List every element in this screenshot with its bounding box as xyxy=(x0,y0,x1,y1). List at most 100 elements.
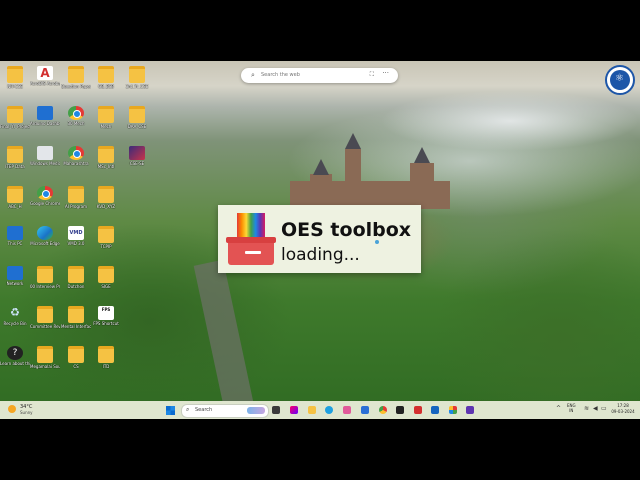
app-purple-icon[interactable] xyxy=(466,406,474,414)
desktop-icon[interactable]: Committee Review xyxy=(30,306,60,329)
folder-icon xyxy=(68,186,84,203)
desktop-icon-label: VMD 3.0 xyxy=(67,241,85,246)
folder-icon xyxy=(37,266,53,283)
folder-icon xyxy=(68,306,84,323)
weather-desc: Sunny xyxy=(20,410,33,415)
clock-date: 09-03-2024 xyxy=(611,409,635,414)
desktop-icon[interactable]: 30 Mech xyxy=(61,106,91,126)
vmd-icon: VMD xyxy=(68,226,84,240)
fps-icon: FPS xyxy=(98,306,114,320)
desktop-icon[interactable]: ?Learn about this picture xyxy=(0,346,30,366)
speaker-icon[interactable]: ◀ xyxy=(593,405,598,412)
acrobat-taskbar-icon[interactable] xyxy=(414,406,422,414)
copilot-icon[interactable] xyxy=(290,406,298,414)
chrome-taskbar-icon[interactable] xyxy=(379,406,387,414)
desktop-icon[interactable]: MSc_Intl xyxy=(91,146,121,169)
desktop-icon[interactable]: Mech xyxy=(91,106,121,129)
desktop-icon-label: 3rd_Yr_CSE xyxy=(125,84,149,89)
desktop-icon[interactable]: TCPIP xyxy=(91,226,121,249)
wifi-icon[interactable]: ≋ xyxy=(584,405,589,412)
task-view-icon[interactable] xyxy=(272,406,280,414)
desktop-icon[interactable]: ITEP Data xyxy=(0,146,30,169)
search-icon: ⌕ xyxy=(251,71,255,79)
folder-icon xyxy=(98,346,114,363)
more-options-icon[interactable]: ··· xyxy=(382,69,389,77)
chrome-icon xyxy=(37,186,53,200)
outlook-icon[interactable] xyxy=(431,406,439,414)
file-explorer-icon[interactable] xyxy=(308,406,316,414)
desktop-icon[interactable]: AAcroDIS Acrobat Reader xyxy=(30,66,60,86)
desktop-icon[interactable]: Final_Yr_Project xyxy=(0,106,30,129)
desktop-icon[interactable]: CSE-SE xyxy=(122,146,152,166)
desktop-icon[interactable]: VMD VMD 3.0 xyxy=(61,226,91,246)
splash-title: OES toolbox xyxy=(281,219,412,241)
folder-icon xyxy=(129,106,145,123)
recycle-icon: ♻ xyxy=(10,306,20,319)
desktop-icon[interactable]: 00 Interview Project xyxy=(30,266,60,289)
chevron-up-icon[interactable]: ^ xyxy=(556,405,561,412)
web-search-widget[interactable]: ⌕ ⛶ ··· xyxy=(241,68,398,83)
desktop-icon-label: SIGE xyxy=(101,284,111,289)
app-multicolor-icon[interactable] xyxy=(449,406,457,414)
app-pink-icon[interactable] xyxy=(343,406,351,414)
desktop-icon-label: Learn about this picture xyxy=(0,361,30,366)
desktop-icon[interactable]: Maharashtra xyxy=(61,146,91,166)
desktop-icon[interactable]: DAA_CSE xyxy=(122,106,152,129)
folder-icon xyxy=(7,106,23,123)
desktop-icon[interactable]: Mental Interface xyxy=(61,306,91,329)
desktop-icon[interactable]: This PC xyxy=(0,226,30,246)
desktop-icon[interactable]: KVD_XYZ xyxy=(91,186,121,209)
edge-taskbar-icon[interactable] xyxy=(325,406,333,414)
windows-start-icon[interactable] xyxy=(166,406,175,415)
desktop-icon[interactable]: SIGE xyxy=(91,266,121,289)
oes-toolbox-splash: OES toolbox loading... xyxy=(218,205,421,273)
folder-icon xyxy=(98,146,114,163)
desktop-icon-label: AcroDIS Acrobat Reader xyxy=(30,81,60,86)
folder-icon xyxy=(37,306,53,323)
search-icon: ⌕ xyxy=(186,406,190,413)
desktop-icon[interactable]: ♻ Recycle Bin xyxy=(0,306,30,326)
clock[interactable]: 17:28 09-03-2024 xyxy=(610,403,636,415)
desktop-icon[interactable]: Network xyxy=(0,266,30,286)
edge-icon xyxy=(37,226,53,240)
desktop-icon-label: ABC_H xyxy=(8,204,22,209)
folder-icon xyxy=(129,66,145,83)
desktop-icon-label: Network xyxy=(6,281,24,286)
visual-search-icon[interactable]: ⛶ xyxy=(370,71,374,79)
desktop-icon[interactable]: Dutchon xyxy=(61,266,91,289)
wallpaper-castle xyxy=(290,129,450,209)
desktop-icon[interactable]: 3rd_Yr_CSE xyxy=(122,66,152,89)
desktop-icon-label: Mental Interface xyxy=(61,324,91,329)
desktop-icon[interactable]: GB_BSB xyxy=(91,66,121,89)
splash-status: loading... xyxy=(281,245,360,265)
desktop-icon-label: TCPIP xyxy=(100,244,112,249)
folder-icon xyxy=(68,266,84,283)
atom-icon: ⚛ xyxy=(615,73,624,84)
desktop-icon[interactable]: Windows Media Player xyxy=(30,146,60,166)
desktop-icon[interactable]: CS xyxy=(61,346,91,369)
store-icon[interactable] xyxy=(361,406,369,414)
desktop-icon-label: Recycle Bin xyxy=(3,321,27,326)
desktop-icon[interactable]: Question Paper xyxy=(61,66,91,89)
desktop-icon-label: Final_Yr_Project xyxy=(0,124,30,129)
desktop-icon[interactable]: Arduino Dashboard xyxy=(30,106,60,126)
toolbox-icon xyxy=(226,213,276,265)
desktop-icon[interactable]: ITD xyxy=(91,346,121,369)
desktop-icon[interactable]: ABC_H xyxy=(0,186,30,209)
terminal-icon[interactable] xyxy=(396,406,404,414)
desktop-icon-label: Microsoft Edge xyxy=(30,241,60,246)
language-indicator[interactable]: ENG IN xyxy=(567,403,576,413)
desktop-icon[interactable]: AI Program xyxy=(61,186,91,209)
taskbar-search-box[interactable]: ⌕ Search xyxy=(181,404,269,418)
desktop-icon[interactable]: FPS FPS Shortcut xyxy=(91,306,121,326)
folder-icon xyxy=(7,66,23,83)
desktop-icon-label: Dutchon xyxy=(67,284,85,289)
desktop-icon[interactable]: Google Chrome xyxy=(30,186,60,206)
desktop-icon[interactable]: Microsoft Edge xyxy=(30,226,60,246)
web-search-input[interactable] xyxy=(261,70,356,80)
battery-icon[interactable]: ▭ xyxy=(601,405,607,412)
folder-icon xyxy=(98,266,114,283)
mouse-cursor xyxy=(375,240,379,244)
desktop-icon[interactable]: Megamalai Southern xyxy=(30,346,60,369)
desktop-icon[interactable]: NIT-CSE xyxy=(0,66,30,89)
